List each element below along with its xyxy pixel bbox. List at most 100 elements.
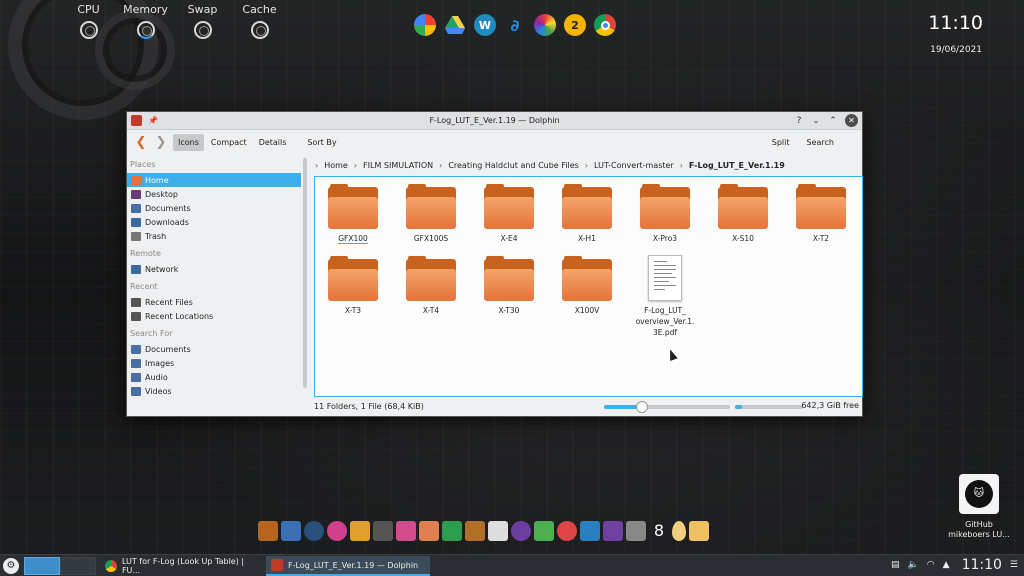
drive-icon[interactable] bbox=[444, 14, 466, 36]
monitor-memory[interactable]: Memory bbox=[117, 3, 174, 39]
folder-item[interactable]: GFX100 bbox=[317, 184, 389, 244]
number-8-icon[interactable]: 8 bbox=[649, 521, 669, 541]
places-item-recent-files[interactable]: Recent Files bbox=[127, 295, 301, 309]
color-wheel-icon[interactable] bbox=[534, 14, 556, 36]
folder-name-wrap: X100V bbox=[551, 305, 623, 316]
folder-item[interactable]: X-T3 bbox=[317, 256, 389, 316]
task-dolphin[interactable]: F-Log_LUT_E_Ver.1.19 — Dolphin bbox=[266, 556, 430, 576]
maximize-icon[interactable]: ⌃ bbox=[828, 116, 838, 126]
spiral-icon[interactable] bbox=[580, 521, 600, 541]
places-item-label: Videos bbox=[145, 386, 172, 396]
clipboard-icon[interactable]: ▤ bbox=[891, 560, 900, 570]
video-icon[interactable] bbox=[603, 521, 623, 541]
places-item-label: Documents bbox=[145, 344, 191, 354]
zoom-slider[interactable] bbox=[604, 401, 730, 413]
places-item-videos[interactable]: Videos bbox=[127, 384, 301, 398]
image-viewer-icon[interactable] bbox=[350, 521, 370, 541]
places-scrollbar[interactable] bbox=[303, 158, 307, 388]
globe-icon[interactable] bbox=[304, 521, 324, 541]
view-icons-button[interactable]: Icons bbox=[173, 133, 204, 151]
folder-item[interactable]: X-T4 bbox=[395, 256, 467, 316]
file-manager-icon[interactable] bbox=[258, 521, 278, 541]
forward-icon[interactable]: ❯ bbox=[151, 135, 171, 150]
desktop-2[interactable] bbox=[60, 557, 96, 575]
dolphin-app-icon[interactable] bbox=[131, 115, 142, 126]
places-item-desktop[interactable]: Desktop bbox=[127, 187, 301, 201]
view-details-button[interactable]: Details bbox=[254, 134, 292, 151]
folder-green-icon[interactable] bbox=[534, 521, 554, 541]
breadcrumb-item[interactable]: LUT-Convert-master bbox=[594, 161, 674, 170]
egg-icon[interactable] bbox=[672, 521, 686, 541]
monitor-cache[interactable]: Cache bbox=[231, 3, 288, 39]
places-item-recent-locations[interactable]: Recent Locations bbox=[127, 309, 301, 323]
places-item-trash[interactable]: Trash bbox=[127, 229, 301, 243]
panel-clock[interactable]: 11:10 bbox=[962, 557, 1002, 573]
film-icon[interactable] bbox=[465, 521, 485, 541]
close-icon[interactable]: ✕ bbox=[845, 114, 858, 127]
greenshot-icon[interactable] bbox=[442, 521, 462, 541]
stack-icon[interactable] bbox=[281, 521, 301, 541]
breadcrumb-item[interactable]: F-Log_LUT_E_Ver.1.19 bbox=[689, 161, 785, 170]
places-item-audio[interactable]: Audio bbox=[127, 370, 301, 384]
places-item-label: Desktop bbox=[145, 189, 178, 199]
sort-by-button[interactable]: Sort By bbox=[307, 138, 336, 147]
breadcrumb-item[interactable]: Creating Haldclut and Cube Files bbox=[448, 161, 579, 170]
wifi-icon[interactable]: ◠ bbox=[927, 560, 935, 570]
pinwheel-icon[interactable] bbox=[557, 521, 577, 541]
folder-item[interactable]: X-E4 bbox=[473, 184, 545, 244]
folder-item[interactable]: X-T2 bbox=[785, 184, 857, 244]
chrome-icon[interactable] bbox=[594, 14, 616, 36]
volume-icon[interactable]: 🔈 bbox=[908, 560, 919, 570]
inkscape-icon[interactable] bbox=[488, 521, 508, 541]
folder-name: X-T30 bbox=[498, 306, 520, 315]
back-icon[interactable]: ❮ bbox=[131, 135, 151, 150]
desktop-1[interactable] bbox=[24, 557, 60, 575]
gimp-icon[interactable] bbox=[373, 521, 393, 541]
folder-item[interactable]: GFX100S bbox=[395, 184, 467, 244]
minimize-icon[interactable]: ⌄ bbox=[811, 116, 821, 126]
places-item-label: Downloads bbox=[145, 217, 189, 227]
places-item-documents[interactable]: Documents bbox=[127, 342, 301, 356]
folder-item[interactable]: X-Pro3 bbox=[629, 184, 701, 244]
split-button[interactable]: Split bbox=[772, 138, 790, 147]
github-widget[interactable]: 🐱 GitHub mikeboers LU... bbox=[944, 474, 1014, 540]
help-button[interactable]: ? bbox=[794, 116, 804, 126]
view-compact-button[interactable]: Compact bbox=[206, 134, 252, 151]
breadcrumb-item[interactable]: Home bbox=[324, 161, 348, 170]
expand-tray-icon[interactable]: ▲ bbox=[943, 560, 950, 570]
monitor-swap[interactable]: Swap bbox=[174, 3, 231, 39]
panel-menu-icon[interactable]: ☰ bbox=[1010, 560, 1018, 570]
task-chrome[interactable]: LUT for F-Log (Look Up Table) | FU... bbox=[100, 556, 264, 576]
eye-icon[interactable] bbox=[511, 521, 531, 541]
window-titlebar[interactable]: 📌 F-Log_LUT_E_Ver.1.19 — Dolphin ? ⌄ ⌃ ✕ bbox=[127, 112, 862, 130]
places-item-network[interactable]: Network bbox=[127, 262, 301, 276]
places-item-documents[interactable]: Documents bbox=[127, 201, 301, 215]
paint-icon[interactable] bbox=[396, 521, 416, 541]
pin-icon[interactable]: 📌 bbox=[148, 116, 158, 125]
breadcrumb-item[interactable]: FILM SIMULATION bbox=[363, 161, 433, 170]
folder-item[interactable]: X-H1 bbox=[551, 184, 623, 244]
app-launcher-icon[interactable]: ⚙ bbox=[3, 558, 19, 574]
search-button[interactable]: Search bbox=[807, 138, 834, 147]
file-view[interactable]: GFX100 GFX100S X-E4 X-H1 X-Pro3 X-S10 X-T2 X-T3… bbox=[314, 176, 863, 397]
photos-icon[interactable] bbox=[414, 14, 436, 36]
number-2-icon[interactable]: 2 bbox=[564, 14, 586, 36]
wordpress-icon[interactable]: W bbox=[474, 14, 496, 36]
color-icon[interactable] bbox=[327, 521, 347, 541]
dolphin-window: 📌 F-Log_LUT_E_Ver.1.19 — Dolphin ? ⌄ ⌃ ✕… bbox=[126, 111, 863, 417]
folder-item[interactable]: X-T30 bbox=[473, 256, 545, 316]
corner-icon[interactable] bbox=[689, 521, 709, 541]
pdf-file[interactable]: F-Log_LUT_ overview_Ver.1. 3E.pdf bbox=[629, 255, 701, 338]
folder-icon bbox=[131, 386, 141, 396]
vlc-like-icon[interactable] bbox=[626, 521, 646, 541]
places-item-downloads[interactable]: Downloads bbox=[127, 215, 301, 229]
folder-item[interactable]: X100V bbox=[551, 256, 623, 316]
folder-item[interactable]: X-S10 bbox=[707, 184, 779, 244]
places-item-home[interactable]: Home bbox=[127, 173, 301, 187]
blue-app-icon[interactable]: ∂ bbox=[504, 14, 526, 36]
places-item-images[interactable]: Images bbox=[127, 356, 301, 370]
monitor-cpu[interactable]: CPU bbox=[60, 3, 117, 39]
map-icon[interactable] bbox=[419, 521, 439, 541]
task-label: LUT for F-Log (Look Up Table) | FU... bbox=[121, 557, 245, 575]
zoom-slider-handle[interactable] bbox=[635, 401, 648, 413]
